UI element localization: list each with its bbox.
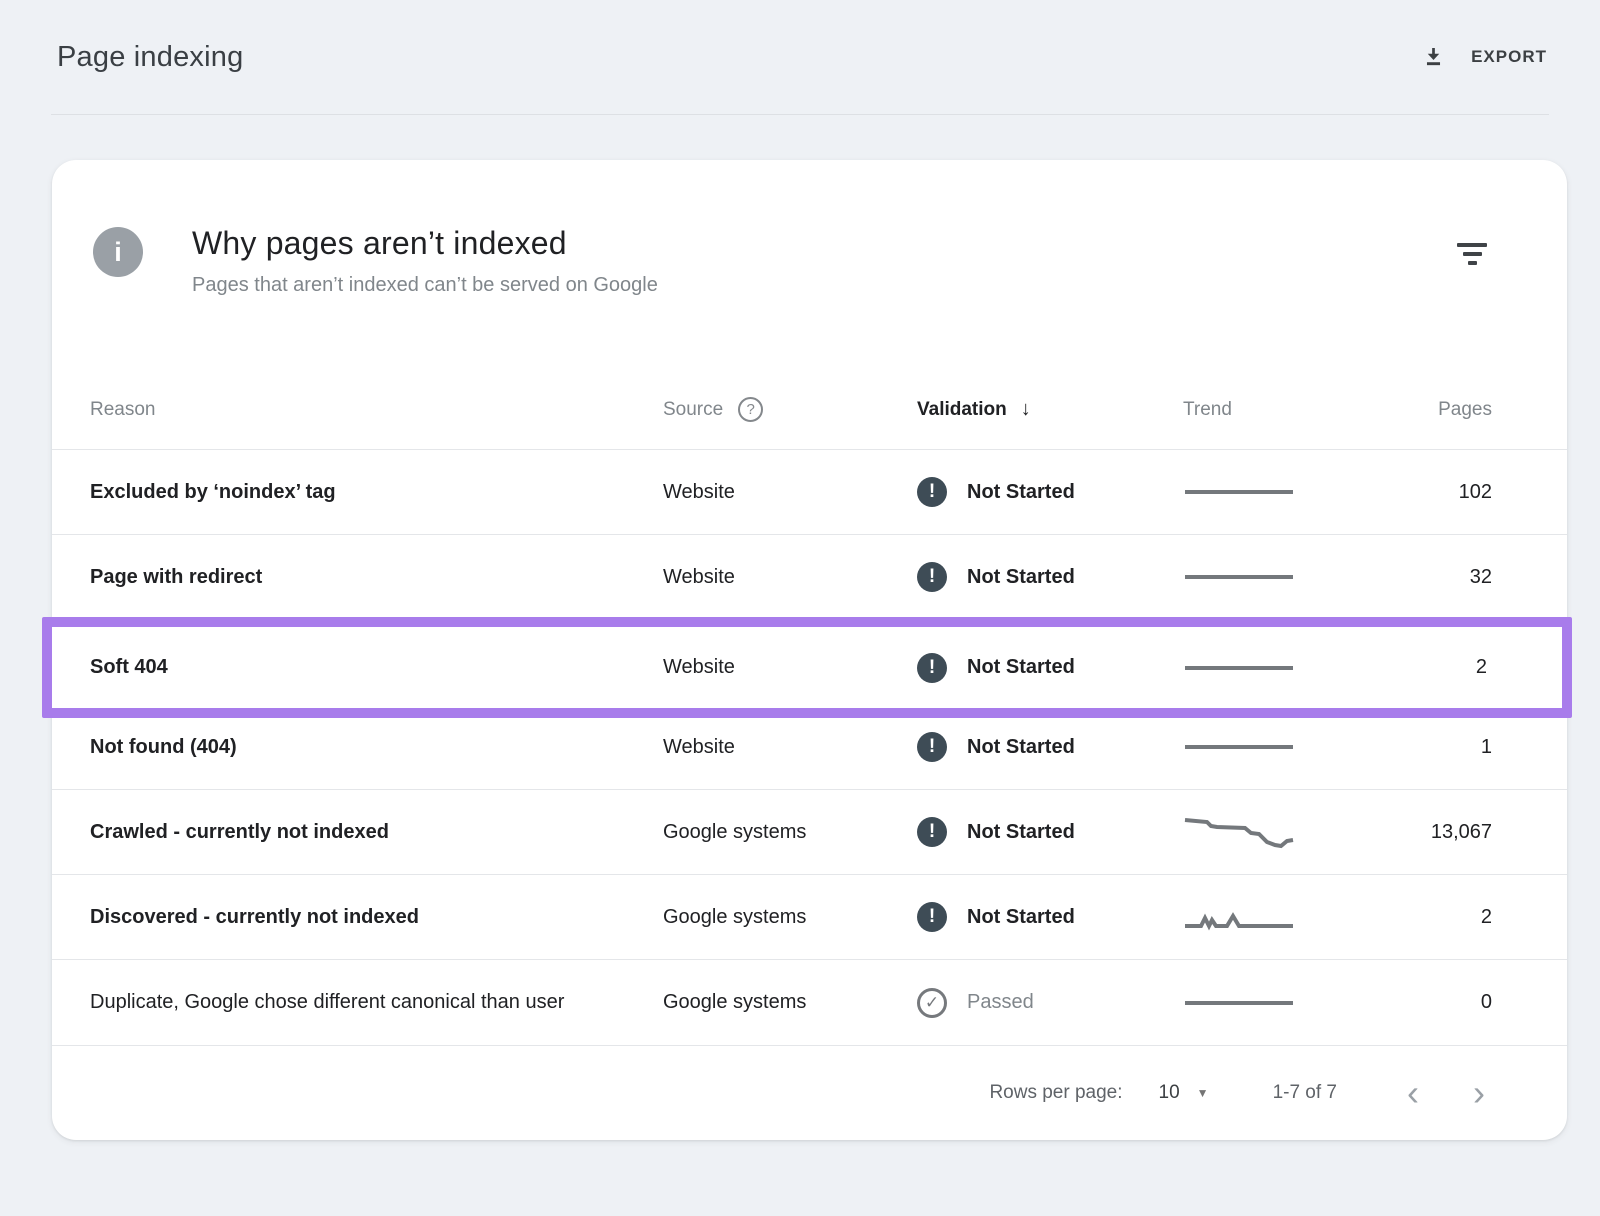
table-row[interactable]: Excluded by ‘noindex’ tag Website! Not Sta… [52,450,1567,535]
validation-cell: ! Not Started [917,653,1183,683]
not-started-exclamation-icon: ! [917,902,947,932]
table-row[interactable]: Discovered - currently not indexed Google… [52,875,1567,960]
trend-cell [1183,895,1412,939]
reason-cell: Not found (404) [90,731,580,764]
export-button[interactable]: EXPORT [1418,38,1549,77]
column-header-source[interactable]: Source ? [663,397,917,422]
not-started-exclamation-icon: ! [917,653,947,683]
validation-status: Not Started [967,821,1075,844]
source-cell: Website [663,481,917,504]
table-header-row: Reason Source ? Validation ↓ Trend Pages [52,370,1567,450]
trend-sparkline [1183,810,1295,854]
validation-status: Not Started [967,566,1075,589]
validation-cell: ✓ Passed [917,988,1183,1018]
download-icon [1420,44,1447,71]
table-row[interactable]: Page with redirect Website! Not Started 32 [52,535,1567,620]
validation-status: Not Started [967,656,1075,679]
pages-cell: 1 [1412,736,1492,759]
panel-header: i Why pages aren’t indexed Pages that ar… [52,160,1567,370]
filter-icon[interactable] [1456,243,1488,269]
trend-cell [1183,981,1412,1025]
source-cell: Google systems [663,821,917,844]
trend-sparkline [1183,725,1295,769]
reason-cell: Discovered - currently not indexed [90,901,580,934]
reason-cell: Soft 404 [90,651,580,684]
pages-cell: 0 [1412,991,1492,1014]
rows-per-page-label: Rows per page: [989,1082,1122,1104]
validation-cell: ! Not Started [917,902,1183,932]
rows-per-page-value: 10 [1159,1082,1180,1104]
reason-cell: Duplicate, Google chose different canoni… [90,986,580,1019]
validation-status: Not Started [967,906,1075,929]
validation-cell: ! Not Started [917,817,1183,847]
pages-cell: 32 [1412,566,1492,589]
table-row[interactable]: Soft 404 Website! Not Started 2 [42,617,1572,718]
not-started-exclamation-icon: ! [917,477,947,507]
pages-cell: 2 [1412,906,1492,929]
table-body: Excluded by ‘noindex’ tag Website! Not Sta… [52,450,1567,1045]
panel-subtitle: Pages that aren’t indexed can’t be serve… [192,274,658,297]
pages-cell: 2 [1412,656,1487,679]
trend-sparkline [1183,895,1295,939]
info-icon: i [93,227,143,277]
source-cell: Website [663,656,917,679]
sort-arrow-icon: ↓ [1021,398,1031,421]
passed-check-icon: ✓ [917,988,947,1018]
trend-cell [1183,470,1412,514]
source-cell: Website [663,566,917,589]
question-icon[interactable]: ? [738,397,763,422]
export-label: EXPORT [1471,47,1547,67]
trend-cell [1183,810,1412,854]
not-started-exclamation-icon: ! [917,562,947,592]
column-header-pages[interactable]: Pages [1412,399,1492,421]
chevron-left-icon[interactable]: ‹ [1403,1075,1423,1111]
trend-cell [1183,646,1412,690]
chevron-right-icon[interactable]: › [1469,1075,1489,1111]
panel-title: Why pages aren’t indexed [192,225,658,262]
table-row[interactable]: Crawled - currently not indexed Google sy… [52,790,1567,875]
reason-cell: Crawled - currently not indexed [90,816,580,849]
column-header-validation[interactable]: Validation ↓ [917,398,1183,421]
trend-sparkline [1183,555,1295,599]
pages-cell: 13,067 [1412,821,1492,844]
pages-cell: 102 [1412,481,1492,504]
reason-cell: Page with redirect [90,561,580,594]
trend-cell [1183,725,1412,769]
pagination-bar: Rows per page: 10 ▼ 1-7 of 7 ‹ › [52,1045,1567,1140]
source-cell: Website [663,736,917,759]
trend-sparkline [1183,646,1295,690]
validation-status: Not Started [967,481,1075,504]
column-header-reason[interactable]: Reason [90,399,663,421]
validation-cell: ! Not Started [917,562,1183,592]
column-header-trend[interactable]: Trend [1183,399,1412,421]
page-range: 1-7 of 7 [1273,1082,1337,1104]
validation-cell: ! Not Started [917,477,1183,507]
trend-cell [1183,555,1412,599]
rows-per-page-select[interactable]: 10 ▼ [1159,1082,1209,1104]
validation-status: Passed [967,991,1034,1014]
source-cell: Google systems [663,991,917,1014]
triangle-down-icon: ▼ [1197,1086,1209,1100]
not-started-exclamation-icon: ! [917,817,947,847]
trend-sparkline [1183,470,1295,514]
page-title: Page indexing [51,41,243,74]
why-pages-not-indexed-panel: i Why pages aren’t indexed Pages that ar… [52,160,1567,1140]
validation-cell: ! Not Started [917,732,1183,762]
top-bar: Page indexing EXPORT [51,0,1549,115]
trend-sparkline [1183,981,1295,1025]
reason-cell: Excluded by ‘noindex’ tag [90,476,580,509]
source-cell: Google systems [663,906,917,929]
not-started-exclamation-icon: ! [917,732,947,762]
validation-status: Not Started [967,736,1075,759]
table-row[interactable]: Duplicate, Google chose different canoni… [52,960,1567,1045]
